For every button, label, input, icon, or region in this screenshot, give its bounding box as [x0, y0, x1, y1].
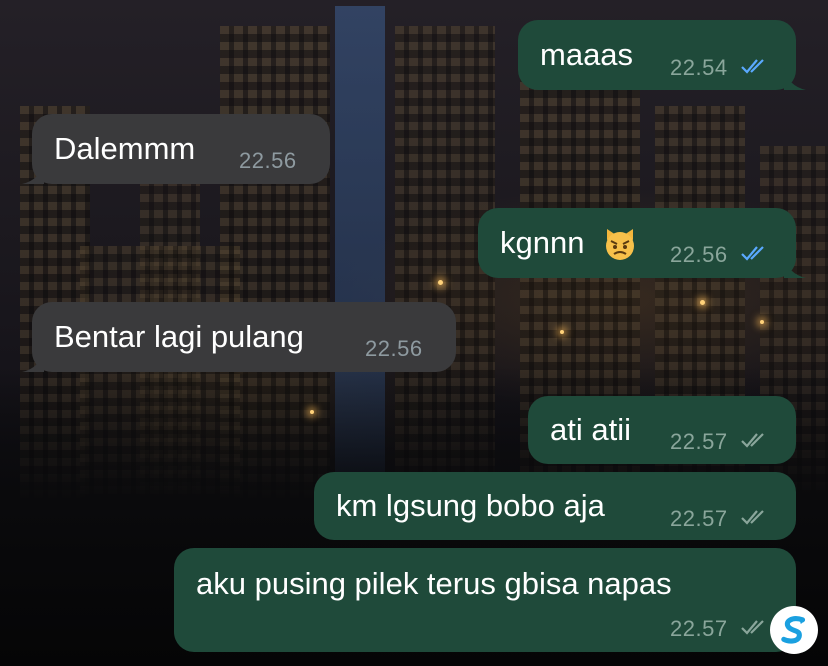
message-text: ati atii — [550, 412, 631, 447]
app-logo-icon — [770, 606, 818, 654]
chat-message-outgoing[interactable]: kgnnn 22.56 — [478, 208, 806, 278]
message-text: km lgsung bobo aja — [336, 488, 605, 523]
chat-message-outgoing[interactable]: aku pusing pilek terus gbisa napas 22.57 — [174, 548, 806, 652]
message-timestamp: 22.56 — [670, 242, 728, 267]
bubble-tail — [22, 162, 44, 184]
message-timestamp: 22.56 — [239, 148, 297, 173]
double-check-delivered-icon — [741, 620, 764, 635]
chat-message-outgoing[interactable]: maaas 22.54 — [518, 20, 806, 90]
wallpaper-light — [760, 320, 764, 324]
chat-message-outgoing[interactable]: km lgsung bobo aja 22.57 — [314, 472, 796, 540]
message-timestamp: 22.54 — [670, 55, 728, 80]
bubble-tail — [784, 68, 806, 90]
bubble-tail — [784, 256, 806, 278]
chat-message-incoming[interactable]: Dalemmm 22.56 — [22, 114, 330, 184]
message-timestamp: 22.57 — [670, 506, 728, 531]
angry-cat-emoji — [606, 229, 634, 260]
message-text: kgnnn — [500, 225, 585, 260]
wallpaper-light — [560, 330, 564, 334]
bubble-tail — [22, 350, 44, 372]
message-timestamp: 22.57 — [670, 429, 728, 454]
message-text: aku pusing pilek terus gbisa napas — [196, 566, 672, 601]
message-timestamp: 22.56 — [365, 336, 423, 361]
wallpaper-light — [700, 300, 705, 305]
double-check-read-icon — [741, 246, 764, 261]
message-text: Dalemmm — [54, 131, 196, 166]
wallpaper-light — [310, 410, 314, 414]
chat-message-outgoing[interactable]: ati atii 22.57 — [528, 396, 796, 464]
message-text: Bentar lagi pulang — [54, 319, 304, 354]
message-timestamp: 22.57 — [670, 616, 728, 641]
double-check-delivered-icon — [741, 510, 764, 525]
double-check-read-icon — [741, 59, 764, 74]
double-check-delivered-icon — [741, 433, 764, 448]
message-text: maaas — [540, 37, 634, 72]
chat-message-incoming[interactable]: Bentar lagi pulang 22.56 — [22, 302, 456, 372]
s-logo-icon — [781, 616, 806, 644]
wallpaper-light — [438, 280, 443, 285]
